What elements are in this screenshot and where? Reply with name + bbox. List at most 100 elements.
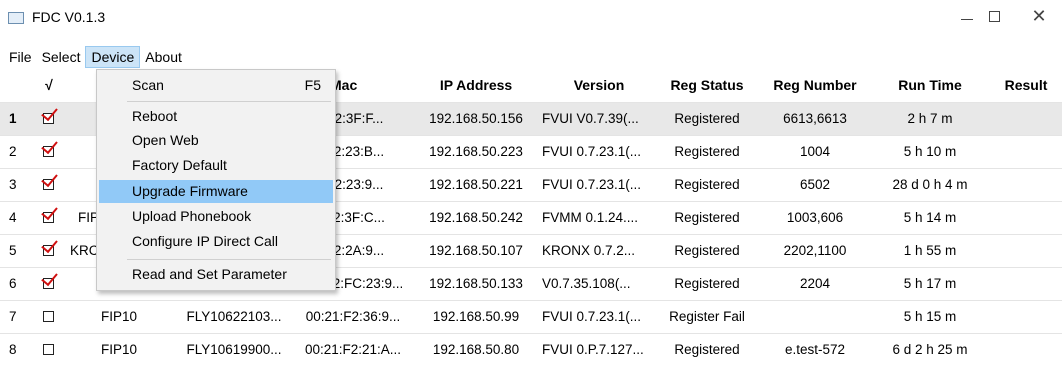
maximize-icon <box>988 10 1000 22</box>
cell-reg-status: Registered <box>674 210 740 225</box>
row-number: 7 <box>9 309 17 324</box>
cell-run-time: 5 h 10 m <box>903 144 957 159</box>
row-checkbox[interactable] <box>43 344 54 355</box>
menu-about[interactable]: About <box>140 46 187 68</box>
row-checkbox[interactable] <box>41 235 58 256</box>
cell-version: KRONX 0.7.2... <box>542 243 636 258</box>
table-row[interactable]: 7 FIP10 FLY10622103... 00:21:F2:36:9... … <box>0 300 1062 333</box>
row-number: 8 <box>9 342 17 357</box>
menu-separator <box>127 101 331 102</box>
cell-model: FIP10 <box>100 309 138 324</box>
col-reg-number-header[interactable]: Reg Number <box>756 69 874 102</box>
cell-ip: 192.168.50.99 <box>432 309 520 324</box>
menu-select[interactable]: Select <box>37 46 86 68</box>
device-menu-dropdown: Scan F5 Reboot Open Web Factory Default … <box>96 69 336 291</box>
window-title: FDC V0.1.3 <box>32 9 106 25</box>
menu-device[interactable]: Device <box>85 46 141 68</box>
check-mark-icon <box>41 268 58 287</box>
menu-item-scan[interactable]: Scan F5 <box>99 74 333 97</box>
row-checkbox[interactable] <box>41 268 58 289</box>
cell-reg-status: Registered <box>674 243 740 258</box>
cell-version: FVUI 0.7.23.1(... <box>542 177 642 192</box>
cell-version: FVUI 0.7.23.1(... <box>542 144 642 159</box>
cell-reg-status: Registered <box>674 276 740 291</box>
cell-reg-number: 6613,6613 <box>783 111 847 126</box>
cell-result <box>990 136 1062 168</box>
maximize-button[interactable] <box>976 0 1012 32</box>
row-number: 4 <box>9 210 17 225</box>
check-mark-icon <box>41 202 58 221</box>
check-mark-icon <box>41 103 58 122</box>
row-checkbox[interactable] <box>43 311 54 322</box>
cell-result <box>990 202 1062 234</box>
cell-run-time: 6 d 2 h 25 m <box>892 342 968 357</box>
menu-separator <box>127 259 331 260</box>
table-row[interactable]: 8 FIP10 FLY10619900... 00:21:F2:21:A... … <box>0 333 1062 366</box>
row-checkbox[interactable] <box>41 136 58 157</box>
cell-version: FVUI V0.7.39(... <box>542 111 639 126</box>
col-check-header[interactable]: √ <box>36 69 62 102</box>
cell-reg-number: 2204 <box>799 276 831 291</box>
menu-item-factory-default[interactable]: Factory Default <box>99 154 333 177</box>
col-run-time-header[interactable]: Run Time <box>874 69 986 102</box>
col-result-header[interactable]: Result <box>990 69 1062 102</box>
cell-result <box>990 235 1062 267</box>
cell-reg-number: 1003,606 <box>786 210 844 225</box>
check-mark-icon <box>41 136 58 155</box>
cell-run-time: 5 h 14 m <box>903 210 957 225</box>
menu-item-configure-ip-direct-call[interactable]: Configure IP Direct Call <box>99 230 333 253</box>
title-bar: FDC V0.1.3 ✕ <box>0 0 1062 44</box>
cell-sn: FLY10619900... <box>186 342 282 357</box>
row-number: 6 <box>9 276 17 291</box>
cell-result <box>990 301 1062 333</box>
cell-version: FVUI 0.P.7.127... <box>542 342 644 357</box>
cell-reg-number: e.test-572 <box>784 342 846 357</box>
cell-ip: 192.168.50.156 <box>429 111 523 126</box>
cell-reg-status: Registered <box>674 342 740 357</box>
cell-ip: 192.168.50.221 <box>429 177 523 192</box>
row-number: 3 <box>9 177 17 192</box>
cell-reg-number: 2202,1100 <box>783 243 847 258</box>
cell-reg-number: 6502 <box>799 177 831 192</box>
menu-item-upload-phonebook[interactable]: Upload Phonebook <box>99 205 333 228</box>
menu-item-reboot[interactable]: Reboot <box>99 105 333 128</box>
minimize-icon <box>961 18 973 20</box>
cell-mac: 00:21:F2:36:9... <box>305 309 401 324</box>
col-reg-status-header[interactable]: Reg Status <box>658 69 756 102</box>
row-checkbox[interactable] <box>41 103 58 124</box>
menu-item-upgrade-firmware[interactable]: Upgrade Firmware <box>99 180 333 203</box>
cell-ip: 192.168.50.107 <box>429 243 523 258</box>
cell-ip: 192.168.50.133 <box>429 276 523 291</box>
row-checkbox[interactable] <box>41 202 58 223</box>
cell-run-time: 28 d 0 h 4 m <box>892 177 968 192</box>
row-checkbox[interactable] <box>41 169 58 190</box>
cell-run-time: 5 h 15 m <box>903 309 957 324</box>
shortcut-label: F5 <box>304 77 321 93</box>
col-mac-header[interactable]: Mac <box>330 69 386 102</box>
cell-run-time: 2 h 7 m <box>907 111 953 126</box>
cell-version: FVMM 0.1.24.... <box>542 210 639 225</box>
cell-result <box>990 268 1062 300</box>
row-number: 1 <box>9 111 17 126</box>
menu-file[interactable]: File <box>0 46 37 68</box>
close-icon: ✕ <box>1031 6 1047 26</box>
cell-reg-status: Registered <box>674 111 740 126</box>
cell-reg-number: 1004 <box>799 144 831 159</box>
cell-version: FVUI 0.7.23.1(... <box>542 309 642 324</box>
cell-model: FIP10 <box>100 342 138 357</box>
check-mark-icon <box>41 169 58 188</box>
cell-reg-status: Register Fail <box>669 309 745 324</box>
menu-bar: File Select Device About <box>0 45 187 69</box>
cell-reg-number <box>756 301 874 333</box>
cell-result <box>990 103 1062 135</box>
close-button[interactable]: ✕ <box>1016 0 1062 32</box>
cell-sn: FLY10622103... <box>186 309 282 324</box>
row-number: 2 <box>9 144 17 159</box>
check-mark-icon <box>41 235 58 254</box>
menu-item-read-set-parameter[interactable]: Read and Set Parameter <box>99 263 333 286</box>
cell-ip: 192.168.50.242 <box>429 210 523 225</box>
col-version-header[interactable]: Version <box>540 69 658 102</box>
col-ip-header[interactable]: IP Address <box>412 69 540 102</box>
app-icon <box>8 12 24 24</box>
menu-item-open-web[interactable]: Open Web <box>99 129 333 152</box>
